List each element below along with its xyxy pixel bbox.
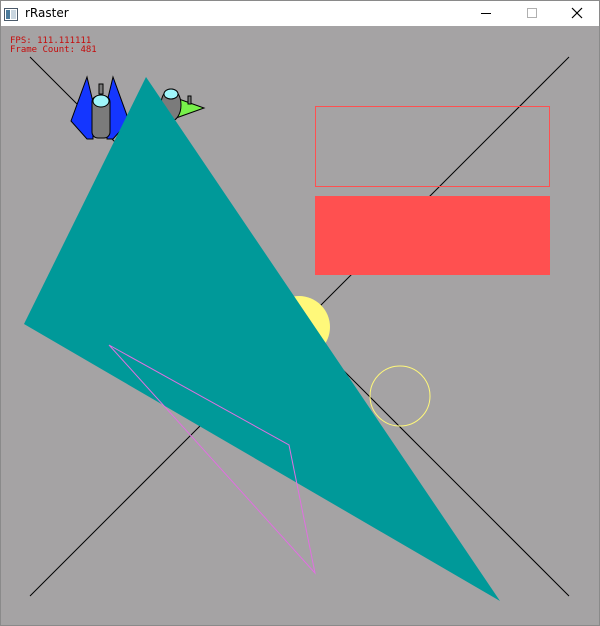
close-icon bbox=[571, 7, 583, 19]
window-title: rRaster bbox=[25, 6, 69, 20]
minimize-icon bbox=[481, 13, 491, 14]
raster-scene: FPS: 111.111111 Frame Count: 481 bbox=[1, 26, 599, 625]
app-window-icon bbox=[4, 6, 18, 21]
minimize-button[interactable] bbox=[463, 1, 509, 26]
close-button[interactable] bbox=[554, 1, 599, 26]
app-window: rRaster FPS: 111.111111 Frame Count: 481 bbox=[0, 0, 600, 626]
frame-count: Frame Count: 481 bbox=[10, 45, 97, 55]
maximize-button[interactable] bbox=[509, 1, 555, 26]
title-bar[interactable]: rRaster bbox=[1, 1, 599, 26]
render-canvas[interactable]: FPS: 111.111111 Frame Count: 481 bbox=[1, 26, 599, 625]
maximize-icon bbox=[527, 8, 537, 18]
filled-rectangle bbox=[315, 196, 550, 275]
